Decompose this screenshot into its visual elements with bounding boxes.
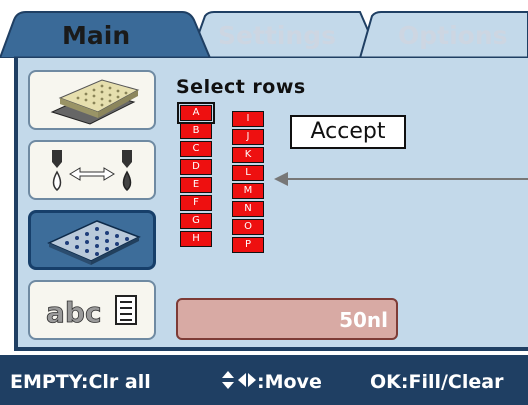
tab-options-label: Options [398,21,508,50]
status-bar: EMPTY:Clr all :Move OK:Fill/Clear [0,355,528,405]
status-ok-hint: OK:Fill/Clear [370,371,504,393]
main-panel: abc Select rows A B C D E F G H I J K L … [14,58,528,351]
navigation-arrows-icon [222,371,256,389]
tab-settings-label: Settings [218,21,337,50]
volume-value: 50nl [339,308,388,332]
status-empty-hint: EMPTY:Clr all [10,371,151,393]
volume-field[interactable]: 50nl [176,298,398,340]
tab-bar: Main Settings Options [0,0,528,58]
tab-main-label: Main [62,21,131,50]
status-move-hint: :Move [257,371,322,393]
